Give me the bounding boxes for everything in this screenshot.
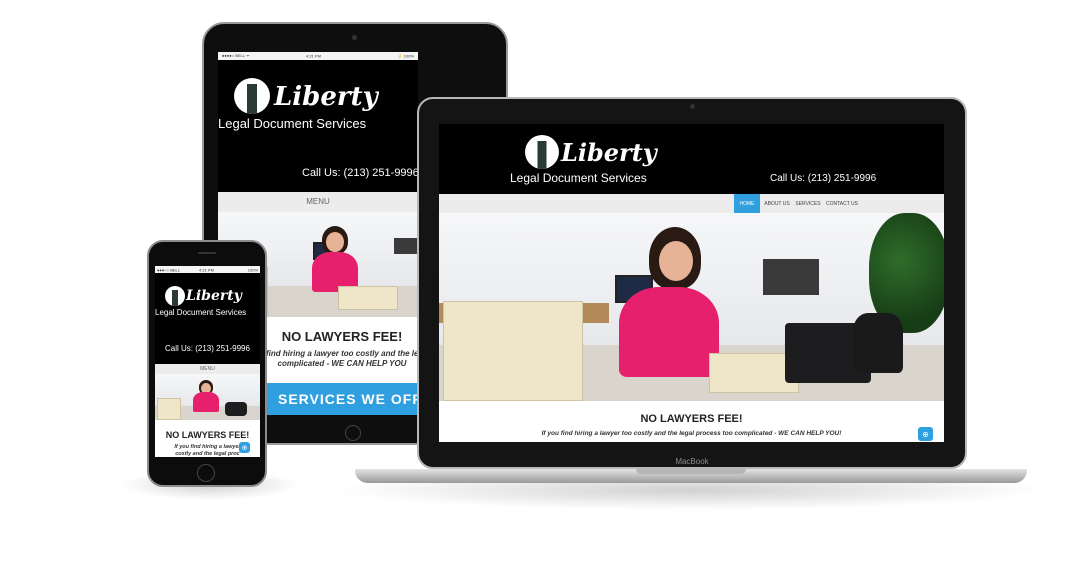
iphone-time: 4:21 PM — [199, 267, 214, 272]
menu-toggle[interactable]: MENU — [155, 366, 260, 372]
arrow-up-icon: ⊕ — [922, 429, 929, 439]
services-banner: SERVICES WE OFFER — [266, 383, 418, 415]
logo-subtitle: Legal Document Services — [510, 171, 647, 185]
logo-icon — [525, 135, 559, 169]
nav-contact-us[interactable]: CONTACT US — [824, 194, 860, 213]
macbook-screen: Liberty Legal Document Services Call Us:… — [439, 124, 944, 442]
logo-icon — [234, 78, 270, 114]
ipad-carrier: ●●●●○ BELL ᯤ — [222, 53, 250, 58]
nav-home[interactable]: HOME — [734, 194, 760, 213]
logo-wordmark: Liberty — [274, 82, 378, 112]
call-us-text: Call Us: (213) 251-9996 — [770, 173, 877, 184]
logo-subtitle: Legal Document Services — [155, 308, 247, 317]
menu-toggle[interactable]: MENU — [218, 197, 418, 206]
macbook-label: MacBook — [675, 457, 709, 466]
logo-icon — [165, 286, 185, 306]
services-banner-text: SERVICES WE OFFER — [278, 391, 418, 407]
hero-subtitle-line2: complicated - WE CAN HELP YOU — [277, 359, 407, 368]
hero-subtitle: If you find hiring a lawyer too costly a… — [541, 430, 842, 437]
call-us-text: Call Us: (213) 251-9996 — [302, 167, 418, 179]
hero-title: NO LAWYERS FEE! — [281, 329, 403, 344]
logo-subtitle: Legal Document Services — [218, 116, 367, 131]
hero-title: NO LAWYERS FEE! — [165, 430, 250, 440]
hero-title: NO LAWYERS FEE! — [640, 413, 743, 425]
ipad-camera — [352, 35, 357, 40]
menu-bar[interactable]: MENU — [218, 192, 418, 212]
scroll-up-button[interactable]: ⊕ — [239, 442, 250, 453]
ipad-status-bar: ●●●●○ BELL ᯤ 4:21 PM ⚡ 100% — [218, 52, 418, 60]
iphone-battery: 100% — [247, 267, 258, 272]
iphone-status-bar: ●●●○○ BELL 4:21 PM 100% — [155, 266, 260, 273]
macbook-camera — [690, 104, 695, 109]
iphone-speaker — [198, 252, 216, 254]
ipad-battery: ⚡ 100% — [397, 53, 414, 59]
menu-bar[interactable]: MENU — [155, 364, 260, 374]
iphone-home-button[interactable] — [197, 464, 215, 482]
hero-photo — [155, 374, 260, 420]
hero-subtitle-line1: find hiring a lawyer too costly and the … — [266, 349, 418, 358]
logo-wordmark: Liberty — [186, 288, 242, 304]
ipad-home-button[interactable] — [345, 425, 361, 441]
nav-services[interactable]: SERVICES — [794, 194, 822, 213]
call-us-text: Call Us: (213) 251-9996 — [165, 344, 250, 353]
iphone-carrier: ●●●○○ BELL — [157, 267, 180, 272]
main-navigation: HOME ABOUT US SERVICES CONTACT US — [439, 194, 944, 213]
hero-photo — [439, 213, 944, 401]
logo-wordmark: Liberty — [561, 138, 657, 167]
nav-about-us[interactable]: ABOUT US — [762, 194, 792, 213]
arrow-up-icon: ⊕ — [241, 444, 248, 452]
iphone-screen: ●●●○○ BELL 4:21 PM 100% Liberty Legal Do… — [155, 266, 260, 457]
ipad-time: 4:21 PM — [306, 53, 321, 59]
macbook-notch — [636, 469, 746, 474]
scroll-up-button[interactable]: ⊕ — [918, 427, 933, 441]
